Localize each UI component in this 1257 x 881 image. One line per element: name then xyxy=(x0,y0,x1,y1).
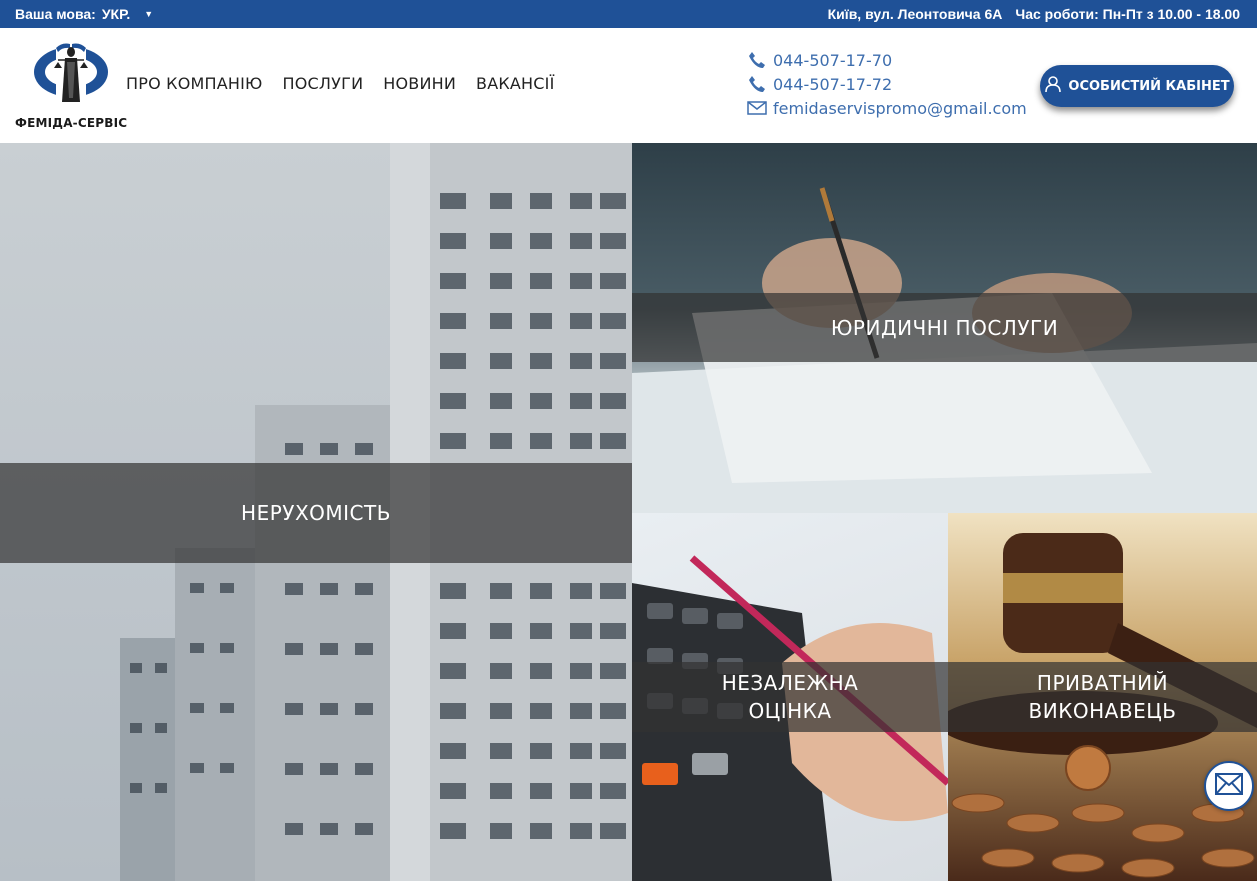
evaluation-line-1: НЕЗАЛЕЖНА xyxy=(721,671,859,695)
site-header: ФЕМІДА-СЕРВІС ПРО КОМПАНІЮ ПОСЛУГИ НОВИН… xyxy=(0,28,1257,143)
tile-private-executor[interactable]: ПРИВАТНИЙ ВИКОНАВЕЦЬ xyxy=(948,513,1257,881)
tile-independent-evaluation[interactable]: НЕЗАЛЕЖНА ОЦІНКА xyxy=(632,513,948,881)
nav-item-about[interactable]: ПРО КОМПАНІЮ xyxy=(126,74,263,93)
nav-item-news[interactable]: НОВИНИ xyxy=(383,74,456,93)
phone-icon xyxy=(746,51,768,69)
top-bar: Ваша мова: УКР. ▼ Київ, вул. Леонтовича … xyxy=(0,0,1257,28)
language-value[interactable]: УКР. xyxy=(102,6,130,22)
tile-independent-evaluation-label: НЕЗАЛЕЖНА ОЦІНКА xyxy=(632,662,948,732)
personal-cabinet-label: ОСОБИСТИЙ КАБІНЕТ xyxy=(1068,78,1230,94)
phone-icon xyxy=(746,75,768,93)
mail-icon xyxy=(746,99,768,117)
caret-down-icon[interactable]: ▼ xyxy=(144,9,153,19)
evaluation-line-2: ОЦІНКА xyxy=(748,699,832,723)
tile-legal-services-label: ЮРИДИЧНІ ПОСЛУГИ xyxy=(632,293,1257,362)
nav-item-vacancies[interactable]: ВАКАНСІЇ xyxy=(476,74,554,93)
phone-number-2[interactable]: 044-507-17-72 xyxy=(773,75,892,94)
main-nav: ПРО КОМПАНІЮ ПОСЛУГИ НОВИНИ ВАКАНСІЇ xyxy=(126,74,555,93)
email-link[interactable]: femidaservispromo@gmail.com xyxy=(746,96,1027,120)
language-label: Ваша мова: xyxy=(15,6,96,22)
phone-link-2[interactable]: 044-507-17-72 xyxy=(746,72,1027,96)
executor-line-1: ПРИВАТНИЙ xyxy=(1036,671,1169,695)
tile-legal-services[interactable]: ЮРИДИЧНІ ПОСЛУГИ xyxy=(632,143,1257,513)
tile-real-estate-label: НЕРУХОМІСТЬ xyxy=(0,463,632,563)
address-text: Київ, вул. Леонтовича 6А xyxy=(827,6,1003,22)
mail-icon xyxy=(1215,773,1243,799)
tile-real-estate[interactable]: НЕРУХОМІСТЬ xyxy=(0,143,632,881)
personal-cabinet-button[interactable]: ОСОБИСТИЙ КАБІНЕТ xyxy=(1040,65,1234,107)
nav-item-services[interactable]: ПОСЛУГИ xyxy=(283,74,364,93)
phone-link-1[interactable]: 044-507-17-70 xyxy=(746,48,1027,72)
language-selector[interactable]: Ваша мова: УКР. ▼ xyxy=(15,6,153,22)
working-hours-text: Час роботи: Пн-Пт з 10.00 - 18.00 xyxy=(1015,6,1240,22)
email-address[interactable]: femidaservispromo@gmail.com xyxy=(773,99,1027,118)
user-icon xyxy=(1044,75,1062,97)
brand-name: ФЕМІДА-СЕРВІС xyxy=(15,116,128,130)
floating-mail-button[interactable] xyxy=(1204,761,1254,811)
executor-line-2: ВИКОНАВЕЦЬ xyxy=(1028,699,1177,723)
phone-number-1[interactable]: 044-507-17-70 xyxy=(773,51,892,70)
contacts-block: 044-507-17-70 044-507-17-72 femidaservis… xyxy=(746,48,1027,120)
company-logo[interactable] xyxy=(32,38,110,106)
tile-private-executor-label: ПРИВАТНИЙ ВИКОНАВЕЦЬ xyxy=(948,662,1257,732)
